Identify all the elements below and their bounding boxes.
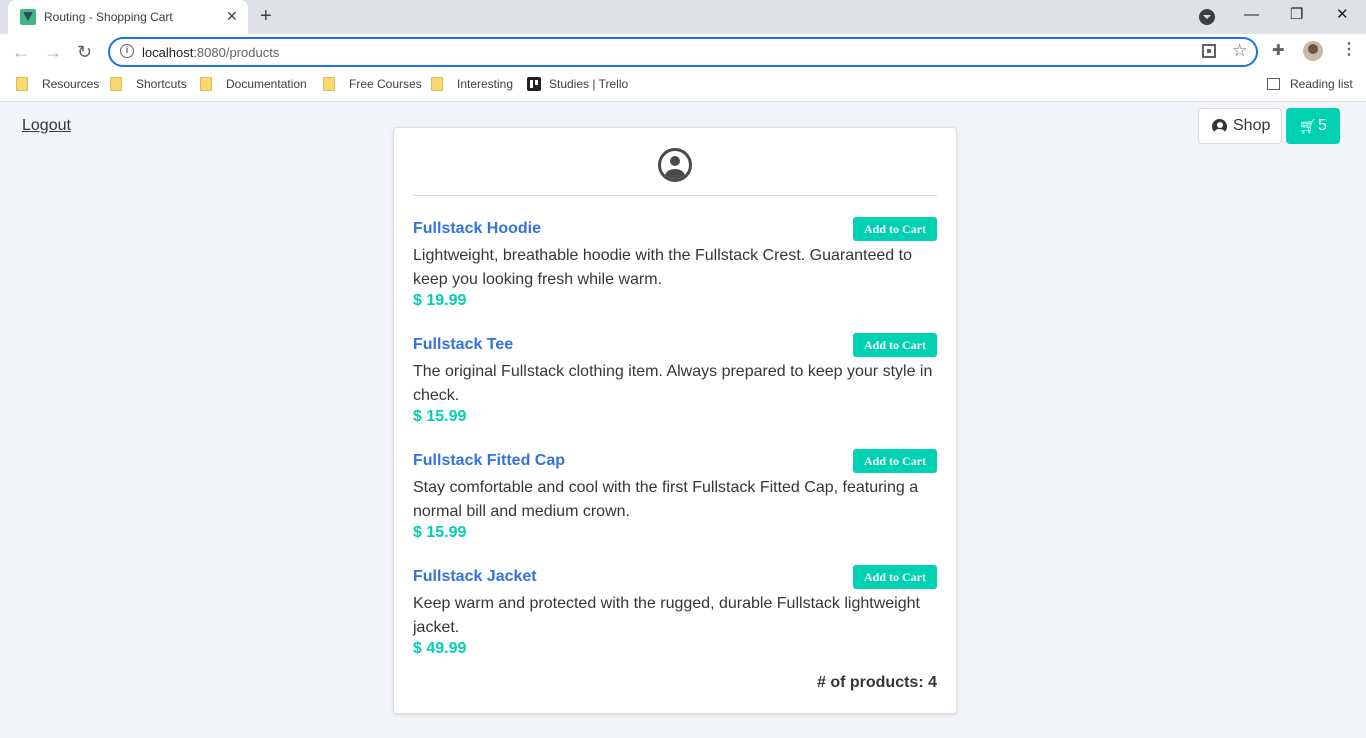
forward-icon[interactable]: → (44, 42, 62, 62)
reading-list[interactable]: Reading list (1267, 77, 1353, 95)
cart-count: 5 (1318, 117, 1327, 134)
product-item: Fullstack Hoodie Add to Cart Lightweight… (413, 217, 937, 341)
product-price: $ 15.99 (413, 524, 467, 541)
bookmark-interesting[interactable]: Interesting (431, 77, 513, 95)
shop-button[interactable]: Shop (1198, 108, 1282, 144)
product-description: Lightweight, breathable hoodie with the … (413, 247, 912, 288)
product-price: $ 15.99 (413, 408, 467, 425)
logout-link[interactable]: Logout (22, 117, 71, 135)
address-bar[interactable]: i localhost:8080/products ☆ (108, 37, 1258, 67)
folder-icon (200, 77, 212, 91)
shop-button-label: Shop (1233, 117, 1271, 134)
browser-menu-icon[interactable]: ⋮ (1341, 41, 1357, 59)
product-description: The original Fullstack clothing item. Al… (413, 363, 933, 404)
user-avatar-icon (658, 148, 692, 182)
divider (413, 195, 937, 196)
add-to-cart-button[interactable]: Add to Cart (853, 449, 937, 473)
product-item: Fullstack Fitted Cap Add to Cart Stay co… (413, 449, 937, 573)
product-count: # of products: 4 (816, 674, 937, 691)
folder-icon (110, 77, 122, 91)
bookmark-shortcuts[interactable]: Shortcuts (110, 77, 187, 95)
tab-strip: Routing - Shopping Cart ✕ + — ❐ ✕ (0, 0, 1366, 34)
site-info-icon[interactable]: i (120, 44, 134, 58)
back-icon[interactable]: ← (12, 42, 30, 62)
bookmarks-bar: Resources Shortcuts Documentation Free C… (0, 70, 1366, 102)
product-description: Keep warm and protected with the rugged,… (413, 595, 920, 636)
bookmark-resources[interactable]: Resources (16, 77, 99, 95)
product-description: Stay comfortable and cool with the first… (413, 479, 919, 520)
reading-list-icon (1267, 78, 1280, 90)
vue-favicon-icon (20, 9, 36, 25)
cart-button[interactable]: 🛒︎ 5 (1286, 108, 1340, 144)
tab-title: Routing - Shopping Cart (44, 10, 173, 24)
bookmark-free-courses[interactable]: Free Courses (323, 77, 422, 95)
tab-active[interactable]: Routing - Shopping Cart ✕ (8, 0, 248, 34)
bookmark-documentation[interactable]: Documentation (200, 77, 307, 95)
user-circle-icon (1212, 119, 1227, 134)
product-item: Fullstack Tee Add to Cart The original F… (413, 333, 937, 457)
product-list-card: Fullstack Hoodie Add to Cart Lightweight… (393, 127, 957, 714)
product-name[interactable]: Fullstack Hoodie (413, 220, 541, 238)
tab-search-icon[interactable] (1199, 9, 1215, 25)
qr-code-icon[interactable] (1202, 44, 1216, 58)
url-path: :8080/products (193, 45, 280, 60)
bookmark-label: Interesting (457, 77, 514, 91)
product-name[interactable]: Fullstack Jacket (413, 568, 537, 586)
minimize-icon[interactable]: — (1244, 6, 1259, 24)
bookmark-label: Shortcuts (136, 77, 187, 91)
product-name[interactable]: Fullstack Fitted Cap (413, 452, 565, 470)
bookmark-label: Resources (42, 77, 100, 91)
profile-avatar[interactable] (1303, 41, 1323, 61)
product-price: $ 49.99 (413, 640, 467, 657)
extensions-icon[interactable]: ✚ (1272, 43, 1285, 59)
restore-icon[interactable]: ❐ (1290, 6, 1303, 24)
trello-icon (527, 77, 541, 91)
new-tab-icon[interactable]: + (260, 5, 272, 27)
bookmark-trello[interactable]: Studies | Trello (527, 77, 628, 95)
bookmark-label: Free Courses (349, 77, 422, 91)
url-text: localhost:8080/products (142, 45, 279, 60)
product-name[interactable]: Fullstack Tee (413, 336, 513, 354)
add-to-cart-button[interactable]: Add to Cart (853, 217, 937, 241)
product-price: $ 19.99 (413, 292, 467, 309)
add-to-cart-button[interactable]: Add to Cart (853, 333, 937, 357)
folder-icon (323, 77, 335, 91)
tab-close-icon[interactable]: ✕ (226, 8, 238, 24)
window-close-icon[interactable]: ✕ (1336, 6, 1349, 24)
product-item: Fullstack Jacket Add to Cart Keep warm a… (413, 565, 937, 689)
shopping-cart-icon: 🛒︎ (1299, 118, 1317, 134)
add-to-cart-button[interactable]: Add to Cart (853, 565, 937, 589)
folder-icon (16, 77, 28, 91)
bookmark-label: Documentation (226, 77, 307, 91)
bookmark-star-icon[interactable]: ☆ (1232, 42, 1247, 60)
reading-list-label: Reading list (1290, 77, 1353, 91)
folder-icon (431, 77, 443, 91)
url-host: localhost (142, 45, 194, 60)
reload-icon[interactable]: ↻ (77, 42, 92, 62)
bookmark-label: Studies | Trello (549, 77, 629, 91)
browser-toolbar: ← → ↻ i localhost:8080/products ☆ ✚ ⋮ (0, 34, 1366, 70)
